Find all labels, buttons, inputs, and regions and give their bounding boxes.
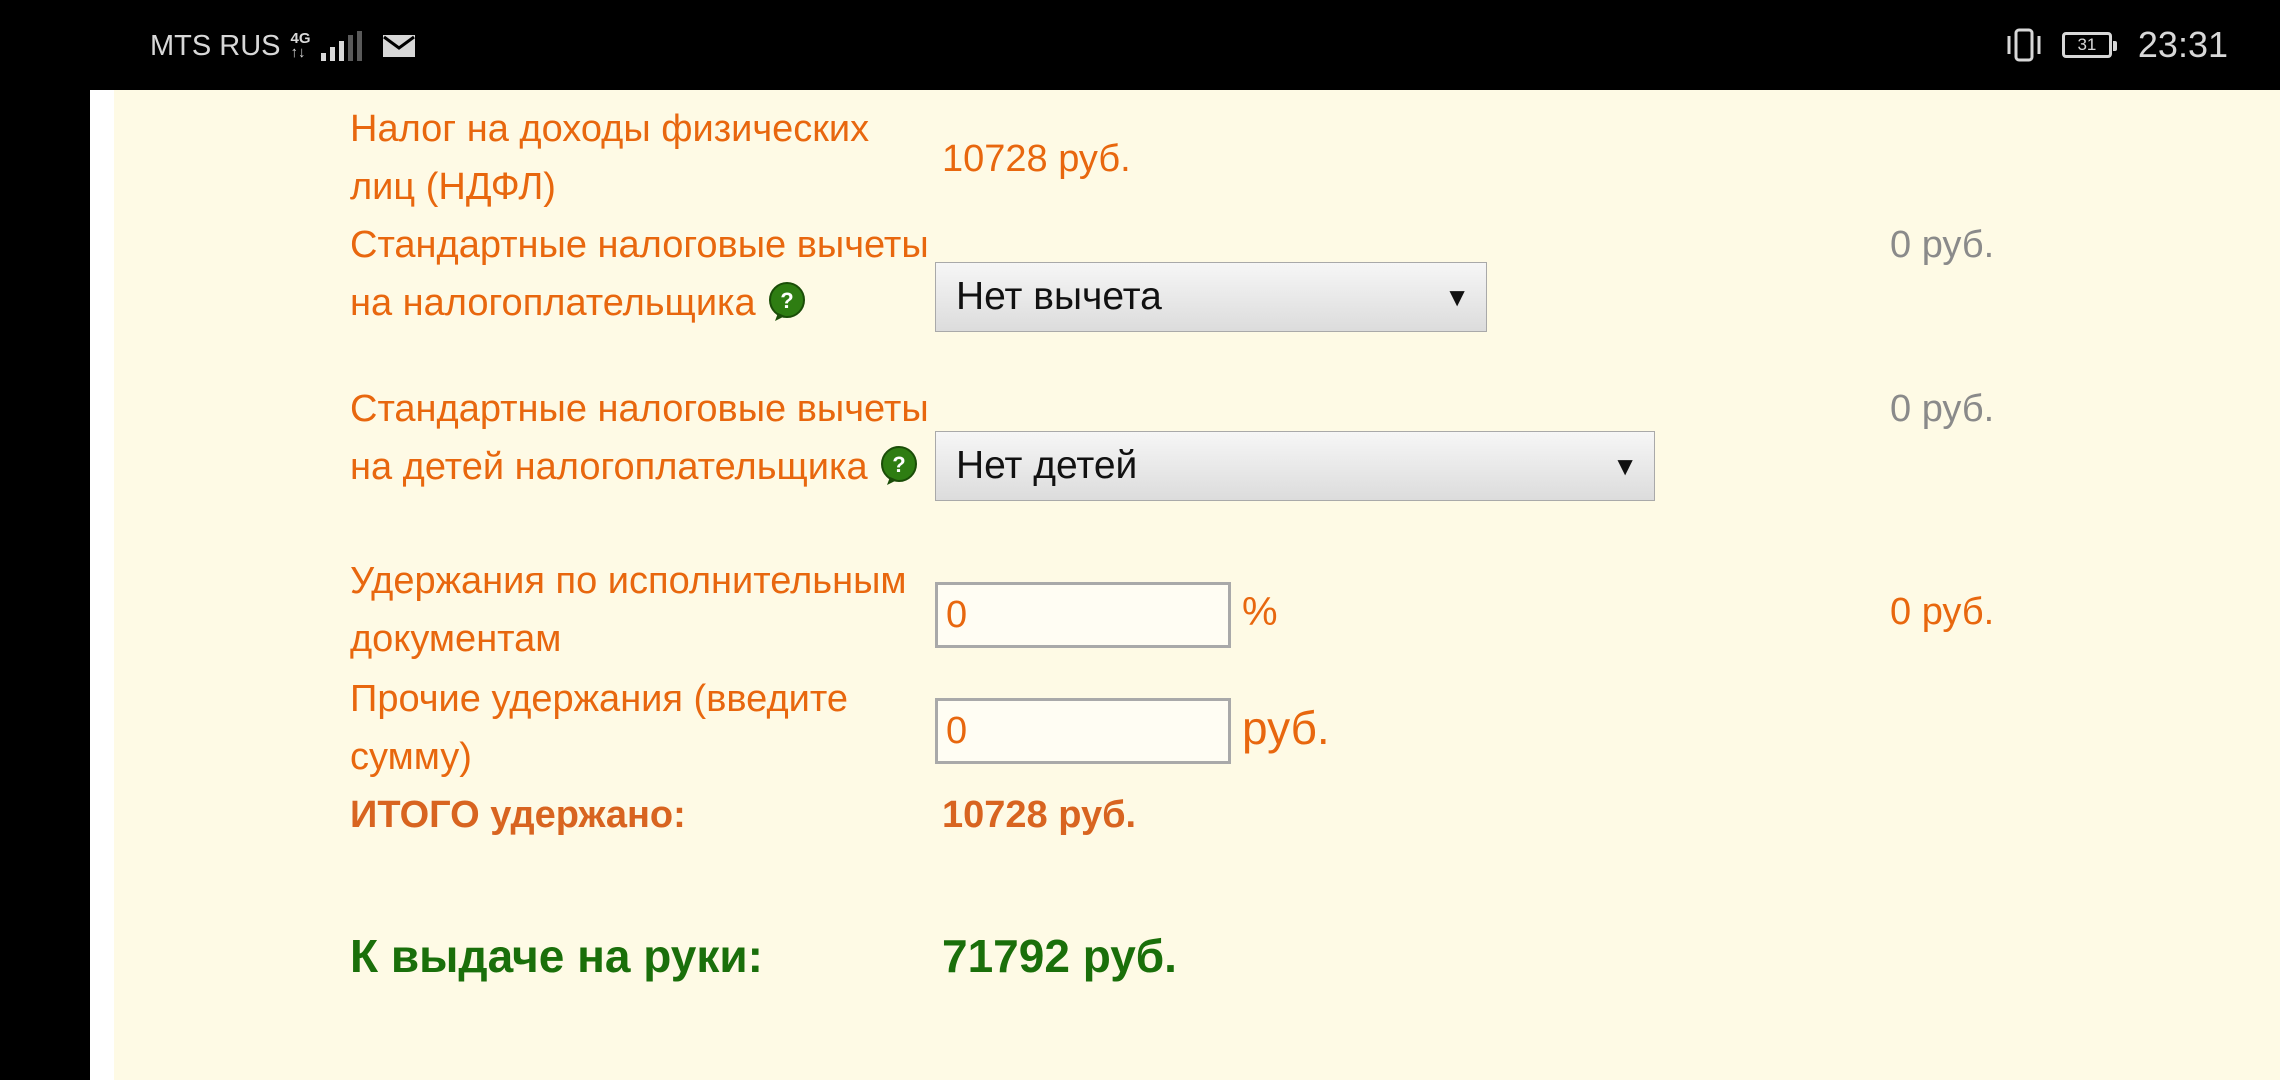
children-deduction-select[interactable]: Нет детей ▼ [935, 431, 1655, 501]
writs-amount: 0 руб. [1890, 591, 1995, 633]
svg-text:?: ? [892, 452, 905, 477]
signal-icon [320, 31, 362, 61]
other-deductions-input[interactable] [935, 698, 1231, 764]
total-label: ИТОГО удержано: [350, 794, 686, 836]
dropdown-arrow-icon: ▼ [1612, 451, 1638, 481]
web-page: Налог на доходы физических лиц (НДФЛ) 10… [90, 90, 2280, 1080]
taxpayer-deduction-label: Стандартные налоговые вычеты на налогопл… [350, 224, 929, 324]
rub-unit: руб. [1242, 702, 1330, 754]
writs-percent-input[interactable] [935, 582, 1231, 648]
payout-value: 71792 руб. [942, 930, 1177, 982]
help-icon[interactable]: ? [766, 281, 808, 323]
status-left: MTS RUS 4G ↑↓ [150, 24, 416, 68]
salary-form: Налог на доходы физических лиц (НДФЛ) 10… [114, 90, 2280, 1080]
carrier-name: MTS RUS [150, 29, 281, 62]
svg-text:?: ? [780, 288, 793, 313]
help-icon[interactable]: ? [878, 445, 920, 487]
payout-label: К выдаче на руки: [350, 930, 763, 982]
taxpayer-deduction-select[interactable]: Нет вычета ▼ [935, 262, 1487, 332]
percent-unit: % [1242, 590, 1278, 634]
dropdown-arrow-icon: ▼ [1444, 282, 1470, 312]
taxpayer-deduction-amount: 0 руб. [1890, 224, 1995, 266]
children-deduction-label: Стандартные налоговые вычеты на детей на… [350, 388, 929, 488]
clock: 23:31 [2137, 24, 2228, 65]
vibrate-icon [2007, 28, 2041, 62]
ndfl-label: Налог на доходы физических лиц (НДФЛ) [350, 108, 870, 208]
writs-label: Удержания по исполнительным документам [350, 560, 907, 660]
ndfl-value: 10728 руб. [942, 138, 1131, 180]
other-deductions-label: Прочие удержания (введите сумму) [350, 678, 848, 778]
total-value: 10728 руб. [942, 794, 1137, 836]
status-bar: MTS RUS 4G ↑↓ 31 23:31 [0, 0, 2280, 90]
status-right: 31 23:31 [2004, 20, 2228, 70]
children-deduction-amount: 0 руб. [1890, 388, 1995, 430]
mail-icon [382, 35, 415, 57]
battery-icon: 31 [2061, 32, 2117, 58]
network-type: 4G ↑↓ [290, 30, 311, 61]
